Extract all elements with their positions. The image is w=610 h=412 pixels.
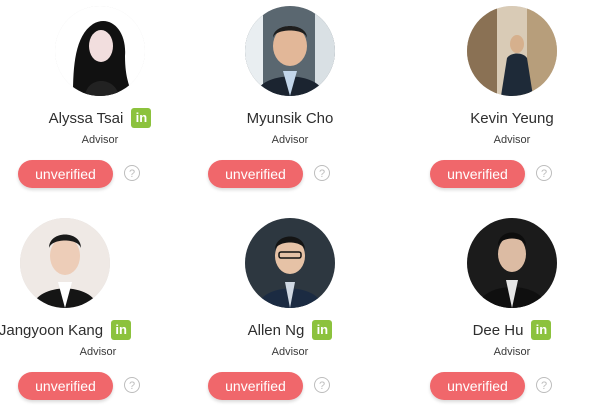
advisor-card: Jangyoon Kang in Advisor unverified ? [0,212,165,412]
unverified-button[interactable]: unverified [18,372,113,400]
name-row: Alyssa Tsai in [0,106,200,130]
advisor-role: Advisor [271,134,309,146]
advisor-card: Myunsik Cho Advisor unverified ? [190,0,390,200]
unverified-button[interactable]: unverified [208,160,303,188]
advisor-name: Myunsik Cho [246,109,334,127]
advisor-card: Dee Hu in Advisor unverified ? [412,212,610,412]
advisor-role: Advisor [493,134,531,146]
advisor-role: Advisor [81,134,119,146]
help-icon[interactable]: ? [314,377,330,393]
avatar[interactable] [245,218,335,308]
advisor-card: Alyssa Tsai in Advisor unverified ? [0,0,200,200]
avatar[interactable] [20,218,110,308]
linkedin-icon[interactable]: in [131,108,152,128]
name-row: Allen Ng in [190,318,390,342]
advisor-role: Advisor [79,346,117,358]
avatar[interactable] [467,6,557,96]
advisor-role: Advisor [493,346,531,358]
linkedin-icon[interactable]: in [312,320,333,340]
unverified-button[interactable]: unverified [430,372,525,400]
help-icon[interactable]: ? [124,377,140,393]
avatar[interactable] [55,6,145,96]
name-row: Kevin Yeung [412,106,610,130]
advisor-name: Dee Hu [472,321,524,339]
unverified-button[interactable]: unverified [430,160,525,188]
help-icon[interactable]: ? [314,165,330,181]
advisor-name: Alyssa Tsai [48,109,124,127]
advisor-role: Advisor [271,346,309,358]
unverified-button[interactable]: unverified [208,372,303,400]
advisor-name: Kevin Yeung [470,109,554,127]
advisor-card: Kevin Yeung Advisor unverified ? [412,0,610,200]
linkedin-icon[interactable]: in [111,320,132,340]
name-row: Myunsik Cho [190,106,390,130]
avatar[interactable] [245,6,335,96]
linkedin-icon[interactable]: in [531,320,552,340]
advisor-name: Jangyoon Kang [0,321,104,339]
advisor-card: Allen Ng in Advisor unverified ? [190,212,390,412]
avatar[interactable] [467,218,557,308]
help-icon[interactable]: ? [536,165,552,181]
help-icon[interactable]: ? [536,377,552,393]
unverified-button[interactable]: unverified [18,160,113,188]
advisor-name: Allen Ng [247,321,305,339]
name-row: Jangyoon Kang in [0,318,165,342]
name-row: Dee Hu in [412,318,610,342]
help-icon[interactable]: ? [124,165,140,181]
